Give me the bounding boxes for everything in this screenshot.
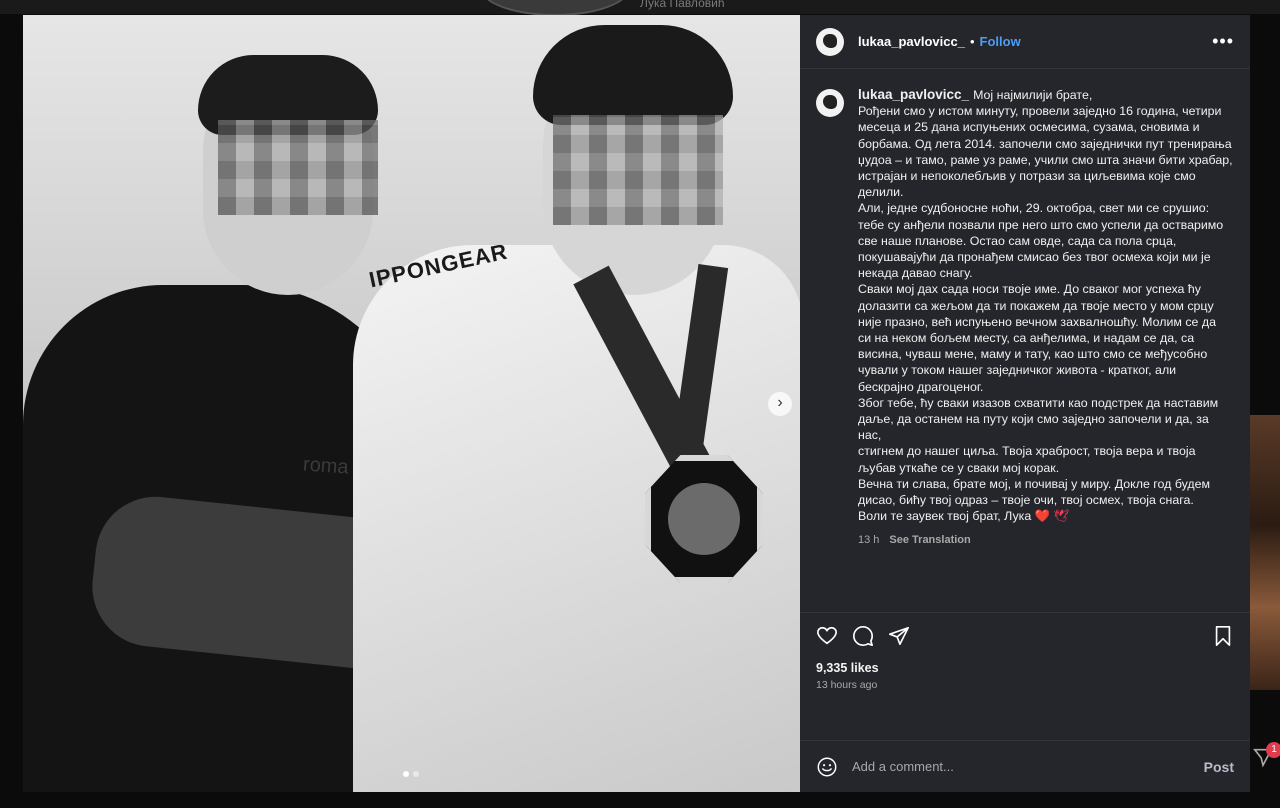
action-row [816,625,1234,647]
more-icon[interactable]: ••• [1212,31,1234,52]
avatar[interactable] [816,27,844,56]
caption-line: долазити са жељом да ти покажем да твоје… [858,298,1214,313]
carousel-dot [403,771,409,777]
post-actions: 9,335 likes 13 hours ago [800,612,1250,740]
caption-greeting: Мој најмилији брате, [973,88,1093,102]
carousel-dots [403,771,419,777]
caption-line: Сваки мој дах сада носи твоје име. До св… [858,282,1201,297]
caption-line: некада давао снагу. [858,266,973,281]
caption-line: борбама. Од лета 2014. започели смо заје… [858,136,1232,151]
caption-line: чували у током нашег заједничког живота … [858,363,1177,378]
post-header: lukaa_pavlovicc_ • Follow ••• [800,15,1250,69]
caption-line: делили. [858,185,904,200]
post-time: 13 hours ago [816,679,878,691]
notifications-button[interactable]: 1 [1252,742,1280,774]
caption-line: није празно, већ испуњено вечном захвалн… [858,314,1216,329]
caption-line: покушавајући да пронађем смисао без твог… [858,250,1211,265]
hoodie-text: roma [302,453,350,479]
header-username[interactable]: lukaa_pavlovicc_ [858,34,965,49]
heart-icon[interactable] [816,625,838,647]
see-translation-button[interactable]: See Translation [889,534,970,546]
caption-line: бескрајно драгоценог. [858,379,984,394]
caption-line: љубав уткаће се у сваки мој корак. [858,460,1060,475]
next-photo-button[interactable]: › [768,392,792,416]
caption-line: све наше планове. Остао сам овде, сада с… [858,233,1177,248]
caption-text: lukaa_pavlovicc_ Мој најмилији брате, Рођ… [858,87,1234,524]
carousel-dot [413,771,419,777]
heart-dove-emoji: ❤️ 🕊 [1034,509,1070,524]
caption-meta: 13 h See Translation [858,534,1234,546]
caption-line: тебе су анђели позвали пре него што смо … [858,217,1224,232]
background-thumbnail [1250,415,1280,690]
caption-signature: Воли те заувек твој брат, Лука [858,509,1032,524]
chevron-right-icon: › [777,394,783,411]
face-blur-right [553,115,723,225]
face-blur-left [218,120,378,215]
caption-line: дисао, бићу твој одраз – твоје очи, твој… [858,493,1194,508]
caption-line: Вечна ти слава, брате мој, и почивај у м… [858,476,1211,491]
follow-button[interactable]: Follow [980,34,1021,49]
comment-icon[interactable] [852,625,874,647]
post-side-panel: lukaa_pavlovicc_ • Follow ••• lukaa_pavl… [800,15,1250,792]
likes-count[interactable]: 9,335 likes [816,661,1234,675]
caption-line: си на неком бољем месту, са анђелима, и … [858,331,1195,346]
caption-avatar[interactable] [816,89,844,117]
share-icon[interactable] [888,625,910,647]
caption-last-line: Воли те заувек твој брат, Лука ❤️ 🕊 [858,508,1234,524]
medal-emblem [668,483,740,555]
caption-line: Али, једне судбоносне ноћи, 29. октобра,… [858,201,1210,216]
caption-line: Рођени смо у истом минуту, провели зајед… [858,104,1222,119]
caption-body: lukaa_pavlovicc_ Мој најмилији брате, Рођ… [858,87,1234,612]
caption-line: даље, да останем на путу који смо заједн… [858,412,1209,443]
post-photo[interactable]: IPPONGEAR roma › [23,15,800,792]
background-profile-name: Лука Павловић [640,0,725,10]
post-comment-button[interactable]: Post [1204,759,1234,775]
notification-badge: 1 [1266,742,1280,758]
header-separator: • [969,34,975,49]
comment-bar: Post [800,740,1250,792]
caption-line: истрајан и непоколебљив у потрази за циљ… [858,169,1196,184]
caption-line: џудоа – и тамо, раме уз раме, учили смо … [858,152,1233,167]
caption-area: lukaa_pavlovicc_ Мој најмилији брате, Рођ… [800,69,1250,612]
post-modal: IPPONGEAR roma › lukaa_pavlovicc_ • Foll… [23,15,1250,792]
emoji-icon[interactable] [816,756,838,778]
caption-lines: Рођени смо у истом минуту, провели зајед… [858,103,1234,508]
caption-time[interactable]: 13 h [858,534,879,546]
comment-input[interactable] [852,759,1204,774]
caption-first-line: lukaa_pavlovicc_ Мој најмилији брате, [858,87,1234,103]
caption-line: стигнем до нашег циља. Твоја храброст, т… [858,444,1196,459]
caption-username[interactable]: lukaa_pavlovicc_ [858,87,969,102]
person-right-hair [533,25,733,125]
caption-line: висина, чуваш мене, маму и тату, као што… [858,347,1208,362]
caption-line: месеца и 25 дана испуњених осмесима, суз… [858,120,1200,135]
bookmark-icon[interactable] [1212,625,1234,647]
caption-line: Због тебе, ћу сваки изазов схватити као … [858,395,1219,410]
